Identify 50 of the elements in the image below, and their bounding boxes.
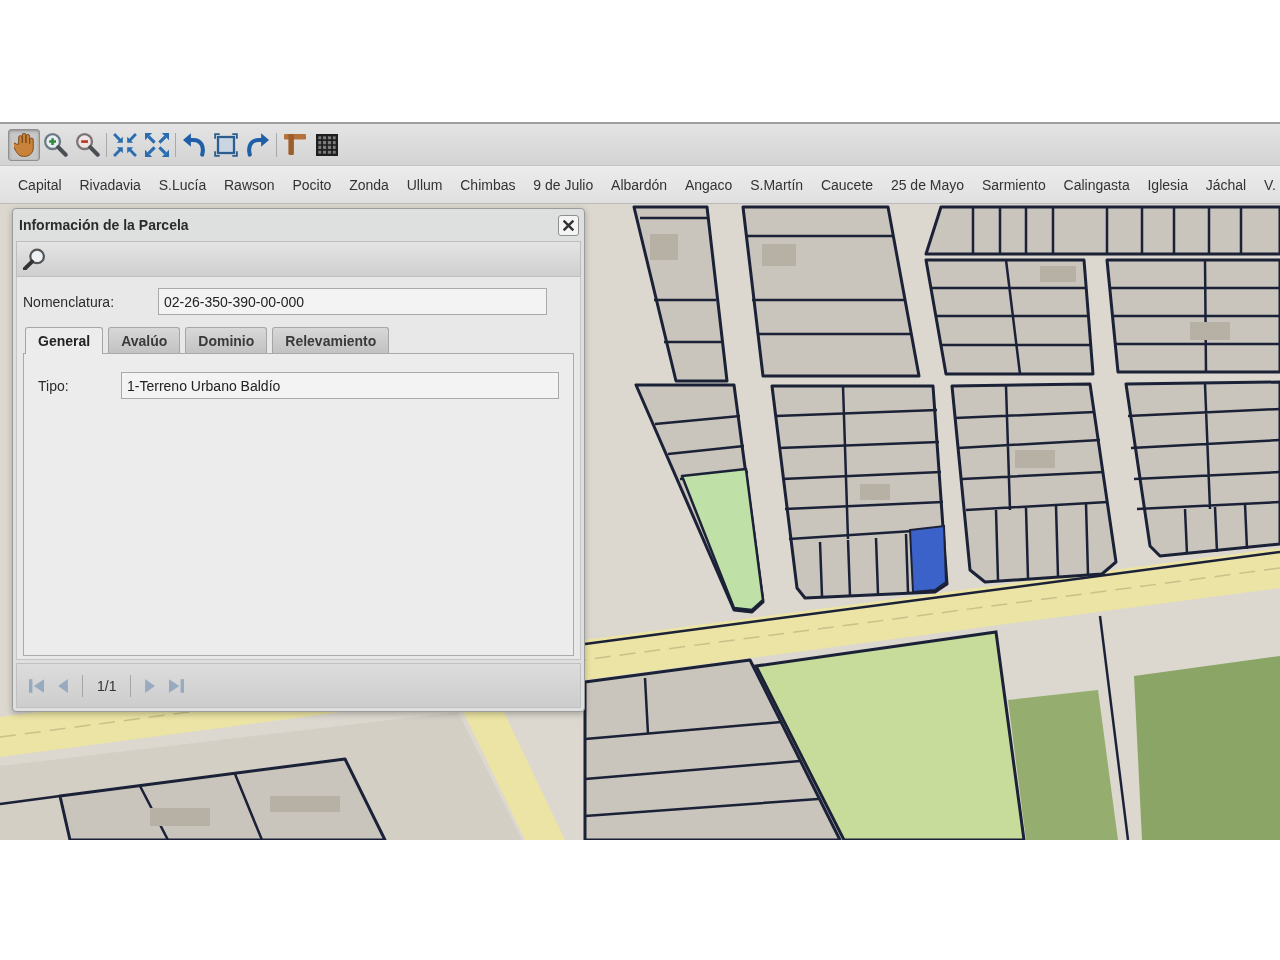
district-menu-item[interactable]: Iglesia [1147, 176, 1188, 193]
t-square-icon [284, 134, 306, 155]
building [1190, 322, 1230, 340]
building [762, 244, 796, 266]
dialog-title: Información de la Parcela [19, 217, 189, 233]
district-menu-item[interactable]: Calingasta [1063, 176, 1130, 193]
tab[interactable]: Avalúo [108, 327, 181, 353]
close-button[interactable] [558, 214, 579, 236]
arrows-inward-icon [113, 132, 137, 157]
square-frame-icon [214, 132, 238, 157]
district-menu-item[interactable]: Jáchal [1205, 176, 1247, 193]
building [650, 234, 678, 260]
zoom-out-icon [76, 132, 100, 157]
district-menu-item[interactable]: Chimbas [460, 176, 516, 193]
zoom-in-icon [44, 132, 68, 157]
district-menu-item[interactable]: Ullum [406, 176, 443, 193]
close-icon [563, 219, 574, 231]
district-menu-item[interactable]: V. [1264, 176, 1276, 193]
building [1015, 450, 1055, 468]
field-label: Tipo: [38, 377, 70, 394]
district-menu-item[interactable]: Albardón [611, 176, 668, 193]
search-icon[interactable] [23, 248, 45, 270]
district-menu-item[interactable]: 25 de Mayo [890, 176, 965, 193]
district-menu-item[interactable]: Capital [18, 176, 62, 193]
hand-icon [14, 132, 34, 157]
grid-icon [316, 133, 338, 156]
district-menu-item[interactable]: Caucete [820, 176, 874, 193]
district-menu-item[interactable]: Rivadavia [79, 176, 141, 193]
type-field[interactable]: 1-Terreno Urbano Baldío [121, 372, 559, 399]
page-indicator: 1/1 [97, 677, 117, 694]
arrows-outward-icon [145, 132, 169, 157]
field-label: Nomenclatura: [23, 293, 116, 310]
building [860, 484, 890, 500]
building [1040, 266, 1076, 282]
district-menu-item[interactable]: Zonda [349, 176, 389, 193]
redo-icon [247, 132, 269, 157]
district-menu-item[interactable]: 9 de Julio [533, 176, 594, 193]
undo-icon [183, 132, 205, 157]
district-menu-item[interactable]: Pocito [292, 176, 332, 193]
tab[interactable]: Relevamiento [272, 327, 390, 353]
nomenclature-field[interactable]: 02-26-350-390-00-000 [158, 288, 547, 315]
building [270, 796, 340, 812]
tab[interactable]: General [25, 327, 104, 354]
district-menu-item[interactable]: Sarmiento [981, 176, 1046, 193]
district-menu-item[interactable]: S.Lucía [158, 176, 207, 193]
tab[interactable]: Dominio [185, 327, 268, 353]
district-menu-item[interactable]: Angaco [684, 176, 733, 193]
building [150, 808, 210, 826]
district-menu-item[interactable]: S.Martín [750, 176, 804, 193]
district-menu-item[interactable]: Rawson [224, 176, 275, 193]
